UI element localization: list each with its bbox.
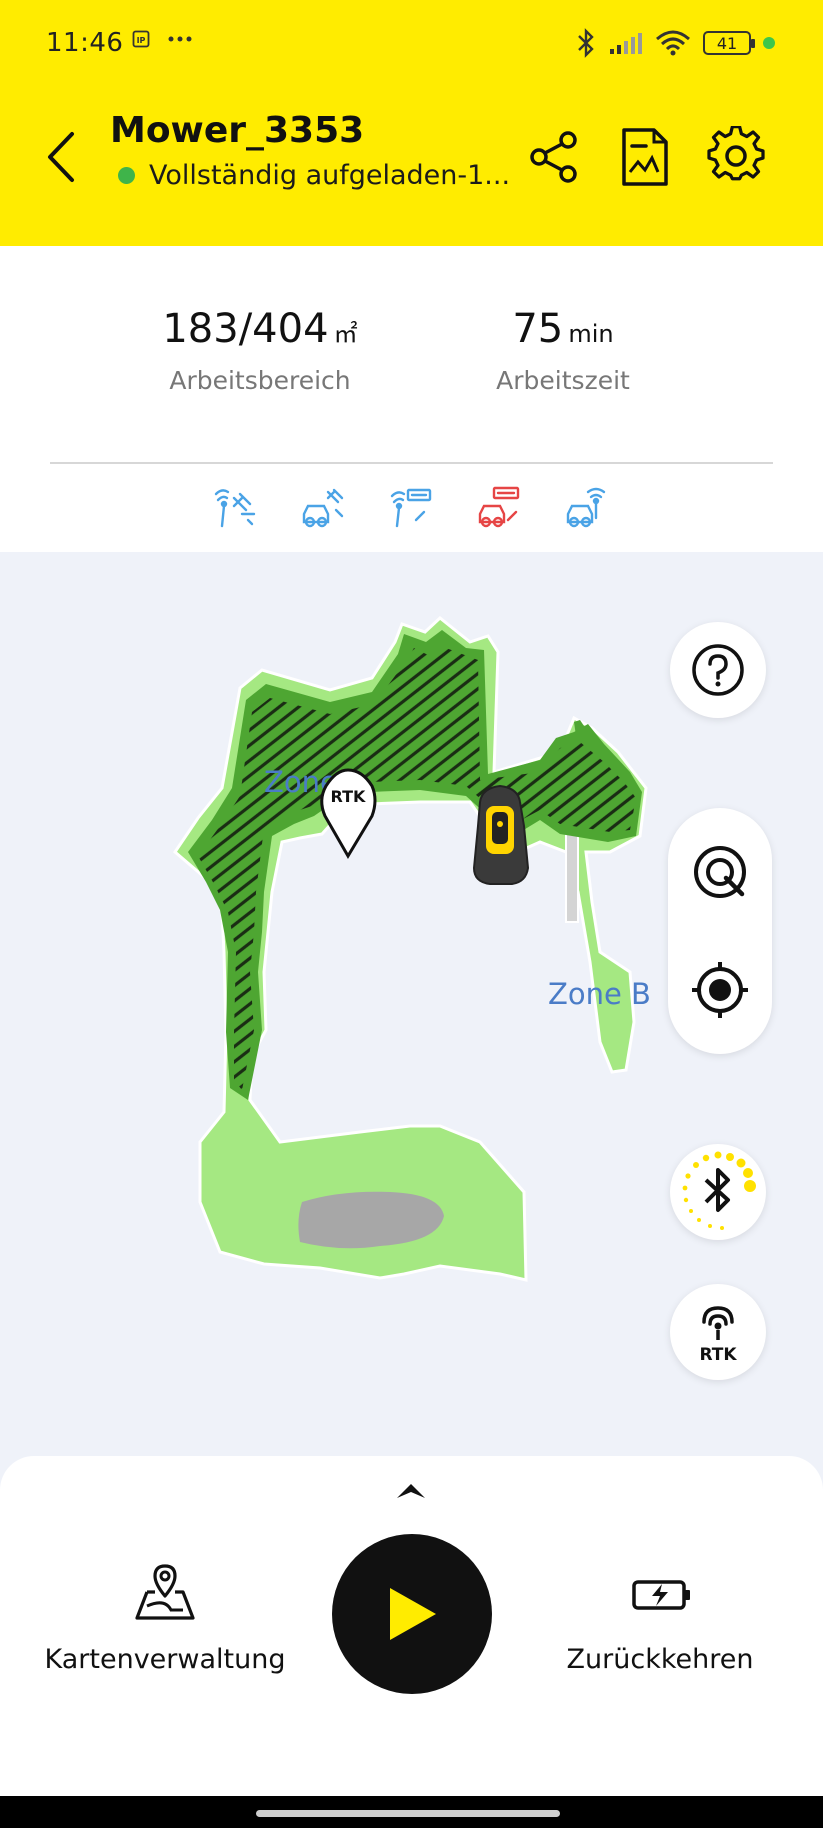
gps-satellite-icon[interactable] [212, 484, 258, 530]
area-label: Arbeitsbereich [169, 366, 351, 395]
signal-icon [610, 33, 642, 54]
status-text: Vollständig aufgeladen-1... [149, 160, 511, 191]
system-nav-bar [0, 1796, 823, 1828]
map-management-button[interactable]: Kartenverwaltung [40, 1562, 290, 1675]
device-status-icons [212, 484, 610, 530]
station-signal-icon[interactable] [388, 484, 434, 530]
system-status-bar: 11:46 IP 41 [0, 0, 823, 90]
chevron-up-icon[interactable] [395, 1478, 427, 1500]
gear-icon[interactable] [706, 126, 766, 188]
area-unit: ㎡ [333, 320, 358, 348]
time-label: Arbeitszeit [496, 366, 630, 395]
area-value: 183/404 [162, 306, 329, 352]
map-pin-icon [135, 1564, 195, 1620]
help-button[interactable] [670, 622, 766, 718]
rtk-marker-label: RTK [331, 787, 367, 806]
help-icon [692, 644, 744, 696]
bluetooth-connect-icon [682, 1151, 756, 1230]
map-view[interactable]: Zone A Zone B RTK RTK [0, 552, 823, 1502]
rtk-base-marker[interactable]: RTK [320, 768, 377, 859]
mower-station-alert-icon[interactable] [476, 484, 522, 530]
return-button[interactable]: Zurückkehren [560, 1562, 760, 1675]
location-focus-icon[interactable] [690, 842, 750, 902]
crosshair-icon[interactable] [690, 960, 750, 1020]
home-indicator[interactable] [256, 1810, 560, 1817]
ip-icon: IP [132, 30, 150, 48]
active-dot [763, 37, 775, 49]
mower-icon[interactable] [472, 784, 530, 885]
back-icon[interactable] [40, 128, 84, 186]
bluetooth-icon [578, 28, 594, 58]
time-stat: 75 min Arbeitszeit [472, 306, 654, 395]
play-icon [390, 1588, 436, 1640]
bottom-panel: Kartenverwaltung Zurückkehren [0, 1456, 823, 1796]
work-stats: 183/404 ㎡ Arbeitsbereich 75 min Arbeitsz… [0, 246, 823, 552]
status-dot [118, 167, 135, 184]
page-title: Mower_3353 [110, 110, 365, 151]
clock: 11:46 [46, 28, 124, 58]
share-icon[interactable] [524, 126, 584, 188]
area-stat: 183/404 ㎡ Arbeitsbereich [160, 306, 360, 395]
mower-satellite-icon[interactable] [300, 484, 346, 530]
divider [50, 462, 773, 464]
svg-text:IP: IP [137, 36, 146, 45]
rtk-antenna-icon: RTK [699, 1306, 737, 1364]
map-view-controls [668, 808, 772, 1054]
zone-b-label[interactable]: Zone B [548, 977, 651, 1011]
wifi-icon [656, 30, 690, 56]
battery-level: 41 [716, 33, 738, 53]
map-management-label: Kartenverwaltung [44, 1644, 286, 1675]
more-dots-icon [168, 36, 192, 42]
return-label: Zurückkehren [566, 1644, 754, 1675]
report-icon[interactable] [614, 126, 674, 188]
mower-status: Vollständig aufgeladen-1... [118, 160, 510, 191]
rtk-button-label: RTK [699, 1345, 737, 1364]
start-mowing-button[interactable] [332, 1534, 492, 1694]
time-unit: min [568, 320, 614, 348]
time-value: 75 [512, 306, 564, 352]
bluetooth-button[interactable] [670, 1144, 766, 1240]
rtk-button[interactable]: RTK [670, 1284, 766, 1380]
mower-wifi-icon[interactable] [564, 484, 610, 530]
battery-charge-icon [632, 1580, 690, 1610]
app-header: 11:46 IP 41 Mower_3353 Vollständig aufge… [0, 0, 823, 246]
battery-icon: 41 [703, 31, 755, 55]
passage-path [565, 831, 579, 923]
